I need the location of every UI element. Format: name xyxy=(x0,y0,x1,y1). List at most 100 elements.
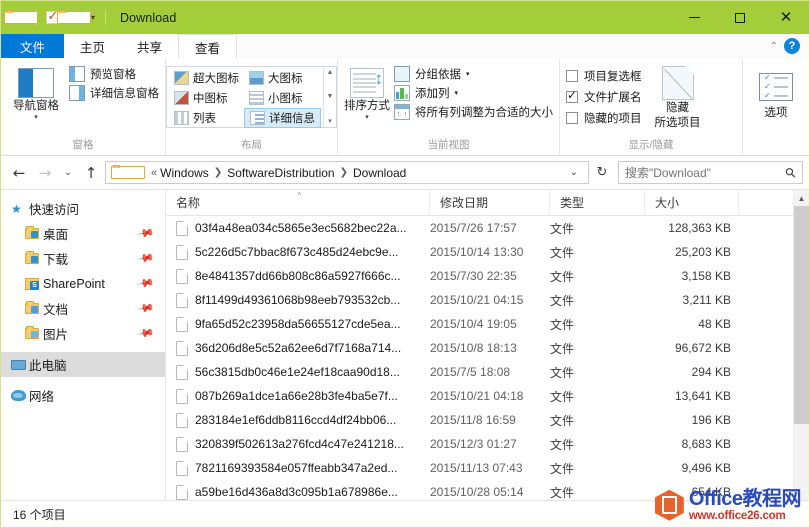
qat-separator-2 xyxy=(105,10,106,25)
table-row[interactable]: 9fa65d52c23958da56655127cde5ea... 2015/1… xyxy=(166,312,793,336)
close-button[interactable]: ✕ xyxy=(763,1,809,34)
file-name: a59be16d436a8d3c095b1a678986e... xyxy=(195,485,398,499)
help-icon[interactable]: ? xyxy=(784,38,800,54)
sidebar-item-pictures[interactable]: 图片 📌 xyxy=(1,321,165,346)
size-all-columns-to-fit-button[interactable]: 将所有列调整为合适的大小 xyxy=(394,104,553,120)
table-row[interactable]: 320839f502613a276fcd4c47e241218... 2015/… xyxy=(166,432,793,456)
table-row[interactable]: 03f4a48ea034c5865e3ec5682bec22a... 2015/… xyxy=(166,216,793,240)
pin-icon-documents[interactable]: 📌 xyxy=(137,299,156,318)
sidebar-item-network[interactable]: 网络 xyxy=(1,383,165,408)
pin-icon-sharepoint[interactable]: 📌 xyxy=(137,274,156,293)
table-row[interactable]: 7821169393584e057ffeabb347a2ed... 2015/1… xyxy=(166,456,793,480)
ribbon-group-label-current-view: 当前视图 xyxy=(427,139,470,151)
breadcrumb-overflow[interactable]: « xyxy=(151,167,157,179)
current-view-commands: 分组依据 ▾ 添加列 ▾ 将所有列调整为合适的大小 xyxy=(394,64,553,120)
hide-selected-items-button[interactable]: 隐藏 所选项目 xyxy=(650,64,706,130)
gallery-scroll-down-icon[interactable]: ▼ xyxy=(327,93,334,100)
layout-small-icons[interactable]: 小图标 xyxy=(244,88,321,108)
scrollbar-track[interactable] xyxy=(794,206,809,500)
qat-properties-folder-icon[interactable] xyxy=(57,7,91,29)
breadcrumb-chevron-icon-1[interactable]: ❯ xyxy=(212,167,224,178)
cell-name: 03f4a48ea034c5865e3ec5682bec22a... xyxy=(166,220,430,236)
gallery-expand-icon[interactable]: ▾ xyxy=(328,117,332,125)
sort-by-label: 排序方式 xyxy=(344,100,390,112)
group-by-button[interactable]: 分组依据 ▾ xyxy=(394,66,553,82)
details-pane-button[interactable]: 详细信息窗格 xyxy=(69,85,159,101)
tab-file[interactable]: 文件 xyxy=(1,34,65,59)
preview-pane-button[interactable]: 预览窗格 xyxy=(69,66,159,82)
refresh-button[interactable]: ↻ xyxy=(591,165,613,180)
minimize-button[interactable] xyxy=(671,1,717,34)
table-row[interactable]: 5c226d5c7bbac8f673c485d24ebc9e... 2015/1… xyxy=(166,240,793,264)
sort-by-chevron-down-icon[interactable]: ▾ xyxy=(365,114,369,121)
column-header-type[interactable]: 类型 xyxy=(550,189,645,216)
scroll-up-icon[interactable]: ▲ xyxy=(798,190,806,206)
table-row[interactable]: 36d206d8e5c52a62ee6d7f7168a714... 2015/1… xyxy=(166,336,793,360)
pin-icon-pictures[interactable]: 📌 xyxy=(137,324,156,343)
column-header-name[interactable]: ^ 名称 xyxy=(166,189,430,216)
maximize-button[interactable] xyxy=(717,1,763,34)
search-box[interactable]: ⚲ xyxy=(618,161,803,184)
add-columns-button[interactable]: 添加列 ▾ xyxy=(394,85,553,101)
back-button[interactable]: ← xyxy=(7,161,31,185)
file-list-scrollbar[interactable]: ▲ xyxy=(793,190,809,500)
breadcrumb-bar[interactable]: « Windows ❯ SoftwareDistribution ❯ Downl… xyxy=(105,161,589,184)
pin-icon-downloads[interactable]: 📌 xyxy=(137,249,156,268)
column-header-date-modified[interactable]: 修改日期 xyxy=(430,189,550,216)
column-header-size[interactable]: 大小 xyxy=(645,189,739,216)
tab-share[interactable]: 共享 xyxy=(121,34,179,59)
pin-icon-desktop[interactable]: 📌 xyxy=(137,224,156,243)
file-name-extensions-row[interactable]: 文件扩展名 xyxy=(566,88,642,105)
gallery-scroll-up-icon[interactable]: ▲ xyxy=(327,69,334,76)
layout-large-icons[interactable]: 大图标 xyxy=(244,68,321,88)
file-name-extensions-checkbox[interactable] xyxy=(566,88,578,103)
sidebar-item-documents[interactable]: 文档 📌 xyxy=(1,296,165,321)
breadcrumb-chevron-icon-2[interactable]: ❯ xyxy=(338,167,350,178)
sidebar-item-sharepoint[interactable]: S SharePoint 📌 xyxy=(1,271,165,296)
tab-view[interactable]: 查看 xyxy=(178,34,238,59)
item-check-boxes-checkbox[interactable] xyxy=(566,70,578,82)
layout-extra-large-icons[interactable]: 超大图标 xyxy=(169,68,244,88)
ribbon-group-label-layout: 布局 xyxy=(241,139,262,151)
breadcrumb-softwaredistribution[interactable]: SoftwareDistribution xyxy=(227,166,334,180)
file-name: 320839f502613a276fcd4c47e241218... xyxy=(195,437,404,451)
sidebar-item-this-pc[interactable]: 此电脑 xyxy=(1,352,165,377)
sidebar-item-downloads[interactable]: 下载 📌 xyxy=(1,246,165,271)
collapse-ribbon-chevron-up-icon[interactable]: ⌃ xyxy=(770,41,778,52)
cell-type: 文件 xyxy=(550,269,575,284)
sort-by-button[interactable]: 排序方式 ▾ xyxy=(344,64,390,121)
sidebar-item-quick-access[interactable]: ★ 快速访问 xyxy=(1,196,165,221)
table-row[interactable]: 283184e1ef6ddb8116ccd4df24bb06... 2015/1… xyxy=(166,408,793,432)
cell-size: 13,641 KB xyxy=(674,389,731,403)
navigation-pane-chevron-down-icon[interactable]: ▾ xyxy=(34,114,38,121)
forward-button[interactable]: → xyxy=(33,161,57,185)
breadcrumb-windows[interactable]: Windows xyxy=(160,166,209,180)
qat-folder-icon[interactable] xyxy=(4,7,38,29)
table-row[interactable]: 8f11499d49361068b98eeb793532cb... 2015/1… xyxy=(166,288,793,312)
tab-home[interactable]: 主页 xyxy=(64,34,122,59)
navigation-pane-button[interactable]: 导航窗格 ▾ xyxy=(7,64,65,121)
table-row[interactable]: 56c3815db0c46e1e24ef18caa90d18... 2015/7… xyxy=(166,360,793,384)
group-by-chevron-down-icon[interactable]: ▾ xyxy=(466,70,470,78)
table-row[interactable]: 8e4841357dd66b808c86a5927f666c... 2015/7… xyxy=(166,264,793,288)
scrollbar-thumb[interactable] xyxy=(794,206,809,424)
sidebar-item-desktop[interactable]: 桌面 📌 xyxy=(1,221,165,246)
layout-gallery-scrollbar[interactable]: ▲ ▼ ▾ xyxy=(323,67,336,127)
file-name-extensions-label: 文件扩展名 xyxy=(584,92,642,104)
hidden-items-row[interactable]: 隐藏的项目 xyxy=(566,110,642,126)
hidden-items-checkbox[interactable] xyxy=(566,112,578,124)
layout-list[interactable]: 列表 xyxy=(169,108,244,128)
table-row[interactable]: a59be16d436a8d3c095b1a678986e... 2015/10… xyxy=(166,480,793,500)
size-all-columns-label: 将所有列调整为合适的大小 xyxy=(415,107,553,119)
item-check-boxes-row[interactable]: 项目复选框 xyxy=(566,68,642,84)
layout-medium-icons[interactable]: 中图标 xyxy=(169,88,244,108)
layout-details[interactable]: 详细信息 xyxy=(244,108,321,128)
table-row[interactable]: 087b269a1dce1a66e28b3fe4ba5e7f... 2015/1… xyxy=(166,384,793,408)
search-input[interactable] xyxy=(625,165,787,180)
address-history-chevron-down-icon[interactable]: ⌄ xyxy=(564,167,584,178)
options-button[interactable]: 选项 xyxy=(749,69,803,120)
breadcrumb-download[interactable]: Download xyxy=(353,166,406,180)
add-columns-chevron-down-icon[interactable]: ▾ xyxy=(455,89,459,97)
up-button[interactable]: ↑ xyxy=(79,161,103,185)
recent-locations-chevron-down-icon[interactable]: ⌄ xyxy=(59,161,77,185)
